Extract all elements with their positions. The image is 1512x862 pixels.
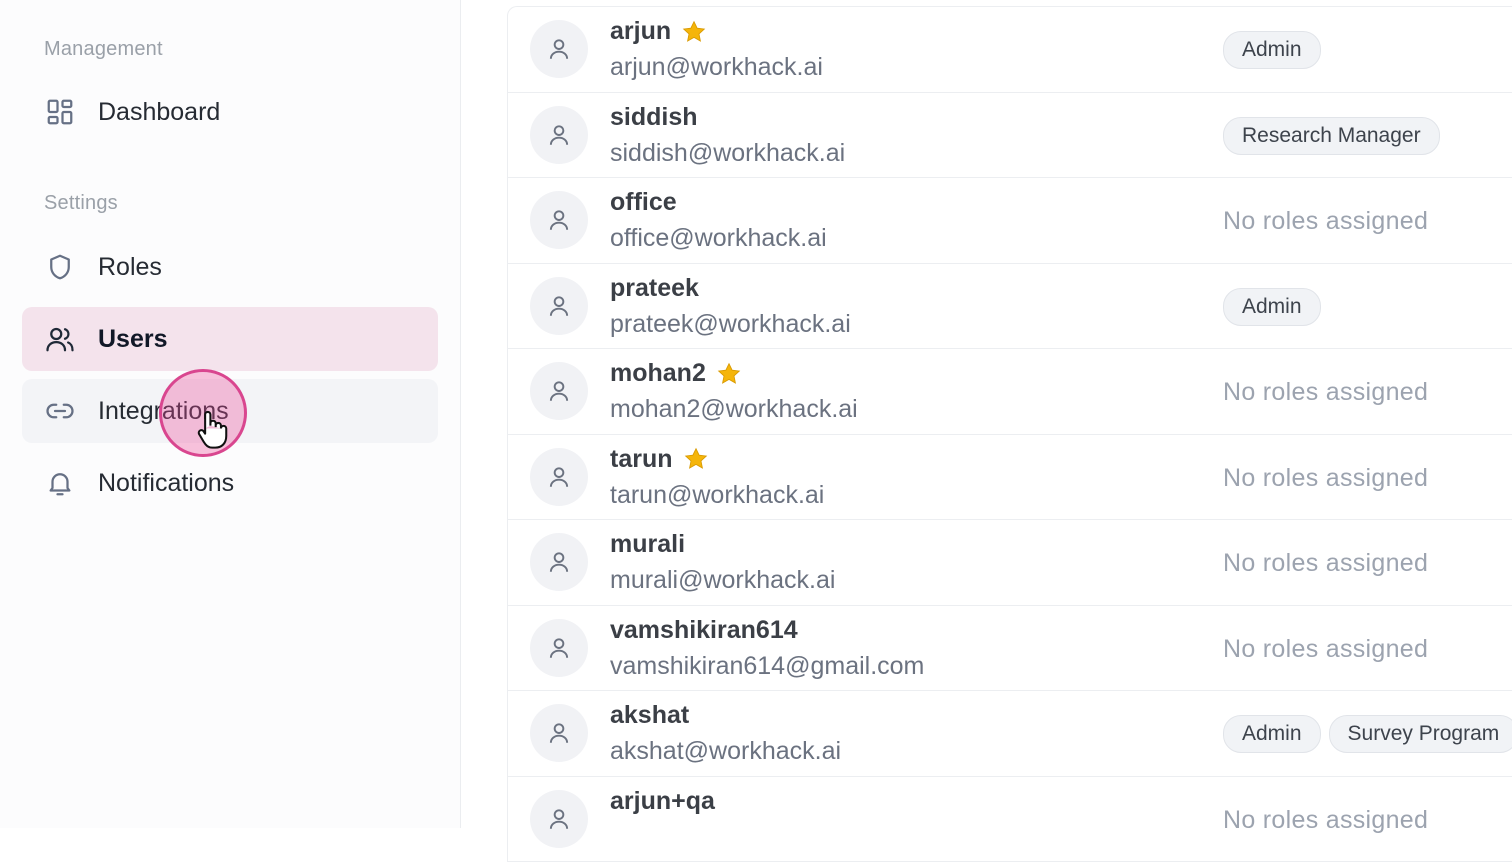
- user-name: arjun: [610, 17, 707, 46]
- sidebar-item-dashboard[interactable]: Dashboard: [22, 80, 438, 144]
- user-email: akshat@workhack.ai: [610, 737, 841, 766]
- role-badge: Admin: [1223, 715, 1321, 753]
- user-email: siddish@workhack.ai: [610, 139, 845, 168]
- user-icon: [546, 464, 572, 490]
- user-name: vamshikiran614: [610, 616, 798, 645]
- user-name-text: murali: [610, 530, 685, 559]
- user-name-text: siddish: [610, 103, 698, 132]
- avatar: [530, 191, 588, 249]
- role-badges: Admin: [1223, 288, 1321, 326]
- role-badges: Research Manager: [1223, 117, 1440, 155]
- avatar: [530, 448, 588, 506]
- star-icon: [716, 361, 742, 387]
- link-icon: [44, 395, 76, 427]
- user-name: siddish: [610, 103, 698, 132]
- section-label-settings: Settings: [44, 192, 118, 215]
- star-icon: [681, 19, 707, 45]
- shield-icon: [44, 251, 76, 283]
- avatar: [530, 619, 588, 677]
- avatar: [530, 362, 588, 420]
- user-row[interactable]: mohan2 mohan2@workhack.ai No roles assigne…: [508, 349, 1512, 435]
- avatar: [530, 704, 588, 762]
- user-icon: [546, 720, 572, 746]
- star-icon: [683, 446, 709, 472]
- role-badges: Admin: [1223, 31, 1321, 69]
- user-name: arjun+qa: [610, 787, 715, 816]
- role-badge: Survey Program: [1329, 715, 1512, 753]
- user-name: akshat: [610, 701, 689, 730]
- user-name-text: prateek: [610, 274, 699, 303]
- no-roles-text: No roles assigned: [1223, 464, 1428, 493]
- sidebar-item-users[interactable]: Users: [22, 307, 438, 371]
- sidebar: Management Dashboard Settings Roles User…: [0, 0, 461, 828]
- no-roles-text: No roles assigned: [1223, 635, 1428, 664]
- user-name: tarun: [610, 445, 709, 474]
- user-list: arjunarjun@workhack.aiAdminsiddishsiddis…: [507, 6, 1512, 862]
- user-name-text: arjun+qa: [610, 787, 715, 816]
- user-email: vamshikiran614@gmail.com: [610, 652, 924, 681]
- role-badge: Admin: [1223, 31, 1321, 69]
- user-row[interactable]: office office@workhack.ai No roles assigne…: [508, 178, 1512, 264]
- users-panel: arjunarjun@workhack.aiAdminsiddishsiddis…: [461, 0, 1512, 828]
- user-name-text: office: [610, 188, 677, 217]
- avatar: [530, 20, 588, 78]
- user-icon: [546, 36, 572, 62]
- user-name: office: [610, 188, 677, 217]
- user-email: mohan2@workhack.ai: [610, 395, 858, 424]
- sidebar-item-label: Roles: [98, 253, 162, 282]
- no-roles-text: No roles assigned: [1223, 806, 1428, 835]
- user-name: mohan2: [610, 359, 742, 388]
- user-email: murali@workhack.ai: [610, 566, 835, 595]
- user-name-text: vamshikiran614: [610, 616, 798, 645]
- dashboard-icon: [44, 96, 76, 128]
- user-email: prateek@workhack.ai: [610, 310, 851, 339]
- user-email: tarun@workhack.ai: [610, 481, 824, 510]
- no-roles-text: No roles assigned: [1223, 549, 1428, 578]
- user-name-text: tarun: [610, 445, 673, 474]
- user-icon: [546, 549, 572, 575]
- sidebar-item-label: Users: [98, 325, 168, 354]
- hand-cursor-icon: [193, 408, 229, 452]
- user-email: office@workhack.ai: [610, 224, 827, 253]
- avatar: [530, 106, 588, 164]
- user-name-text: akshat: [610, 701, 689, 730]
- role-badges: AdminSurvey Program: [1223, 715, 1512, 753]
- user-row[interactable]: tarun tarun@workhack.ai No roles assigned: [508, 435, 1512, 521]
- user-row[interactable]: vamshikiran614 vamshikiran614@gmail.com No…: [508, 606, 1512, 692]
- user-name: murali: [610, 530, 685, 559]
- user-icon: [546, 122, 572, 148]
- bell-icon: [44, 467, 76, 499]
- user-row[interactable]: murali murali@workhack.ai No roles assigne…: [508, 520, 1512, 606]
- sidebar-item-notifications[interactable]: Notifications: [22, 451, 438, 515]
- avatar: [530, 790, 588, 848]
- avatar: [530, 533, 588, 591]
- user-row[interactable]: arjun+qa No roles assigned: [508, 777, 1512, 862]
- user-email: arjun@workhack.ai: [610, 53, 823, 82]
- role-badge: Research Manager: [1223, 117, 1440, 155]
- sidebar-item-label: Dashboard: [98, 98, 220, 127]
- user-name-text: arjun: [610, 17, 671, 46]
- user-row[interactable]: prateek prateek@workhack.ai Admin: [508, 264, 1512, 350]
- role-badge: Admin: [1223, 288, 1321, 326]
- user-name-text: mohan2: [610, 359, 706, 388]
- sidebar-item-label: Notifications: [98, 469, 234, 498]
- user-row[interactable]: siddish siddish@workhack.ai Research Manag…: [508, 93, 1512, 179]
- user-icon: [546, 207, 572, 233]
- user-icon: [546, 635, 572, 661]
- section-label-management: Management: [44, 38, 163, 61]
- no-roles-text: No roles assigned: [1223, 378, 1428, 407]
- user-row[interactable]: akshat akshat@workhack.ai AdminSurvey Prog…: [508, 691, 1512, 777]
- user-name: prateek: [610, 274, 699, 303]
- avatar: [530, 277, 588, 335]
- user-icon: [546, 293, 572, 319]
- users-icon: [44, 323, 76, 355]
- user-row[interactable]: arjun arjun@workhack.ai Admin: [508, 7, 1512, 93]
- no-roles-text: No roles assigned: [1223, 207, 1428, 236]
- sidebar-item-roles[interactable]: Roles: [22, 235, 438, 299]
- user-icon: [546, 378, 572, 404]
